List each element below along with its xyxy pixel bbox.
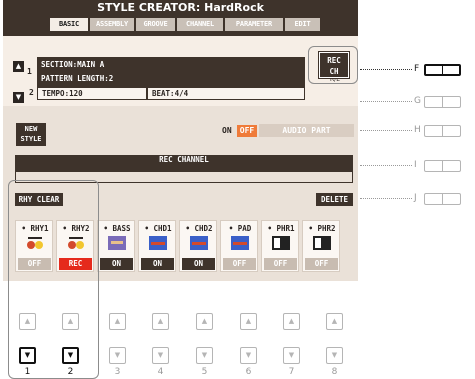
up-arrow-icon[interactable]: ▲	[13, 61, 24, 72]
button-number-6: 6	[245, 367, 252, 377]
channel-name: • PHR2	[308, 224, 336, 233]
down-button-5[interactable]: ▼	[196, 347, 213, 364]
channel-name: • CHD2	[185, 224, 213, 233]
section-value: SECTION:MAIN A	[37, 58, 305, 71]
leader-line	[360, 69, 412, 70]
down-arrow-icon[interactable]: ▼	[13, 92, 24, 103]
channel-name: • PAD	[228, 224, 252, 233]
side-button-i[interactable]	[424, 160, 461, 172]
up-button-3[interactable]: ▲	[109, 313, 126, 330]
side-button-row-g: G	[360, 95, 475, 109]
button-number-5: 5	[201, 367, 208, 377]
up-button-6[interactable]: ▲	[240, 313, 257, 330]
tab-edit[interactable]: EDIT	[285, 18, 320, 31]
leader-line	[360, 198, 412, 199]
side-button-j[interactable]	[424, 193, 461, 205]
side-button-row-i: I	[360, 159, 475, 173]
button-number-3: 3	[114, 367, 121, 377]
channel-chd2[interactable]: • CHD2 ON	[179, 220, 217, 272]
tab-basic[interactable]: BASIC	[50, 18, 88, 31]
tab-groove[interactable]: GROOVE	[136, 18, 175, 31]
piano-icon	[272, 236, 290, 250]
new-style-button[interactable]: NEW STYLE	[16, 123, 46, 146]
side-button-g[interactable]	[424, 96, 461, 108]
guitar-icon	[149, 236, 167, 250]
down-button-1[interactable]: ▼	[19, 347, 36, 364]
side-button-f[interactable]	[424, 64, 461, 76]
channel-status: ON	[141, 258, 174, 270]
side-button-row-f: F	[360, 63, 475, 77]
channel-phr2[interactable]: • PHR2 OFF	[302, 220, 340, 272]
off-label[interactable]: OFF	[237, 125, 257, 137]
leader-line	[360, 101, 412, 102]
up-button-5[interactable]: ▲	[196, 313, 213, 330]
row-number-2: 2	[29, 88, 34, 97]
pattern-info-area: R/E ▲ ▼ 1 2 SECTION:MAIN A PATTERN LENGT…	[3, 36, 358, 106]
on-label[interactable]: ON	[222, 126, 232, 135]
channel-status: OFF	[223, 258, 256, 270]
channel-pad[interactable]: • PAD OFF	[220, 220, 258, 272]
down-button-4[interactable]: ▼	[152, 347, 169, 364]
new-style-label-1: NEW	[24, 125, 38, 133]
side-button-h[interactable]	[424, 125, 461, 137]
button-number-2: 2	[67, 367, 74, 377]
side-letter-g: G	[414, 96, 421, 106]
guitar-icon	[190, 236, 208, 250]
channel-name: • CHD1	[144, 224, 172, 233]
channel-name: • PHR1	[267, 224, 295, 233]
row-number-1: 1	[27, 67, 32, 76]
channel-phr1[interactable]: • PHR1 OFF	[261, 220, 299, 272]
channel-name: • BASS	[103, 224, 131, 233]
down-button-6[interactable]: ▼	[240, 347, 257, 364]
pattern-length-value: PATTERN LENGTH:2	[37, 72, 305, 85]
up-button-2[interactable]: ▲	[62, 313, 79, 330]
side-letter-h: H	[414, 125, 421, 135]
channel-status: OFF	[305, 258, 338, 270]
channel-bass[interactable]: • BASS ON	[97, 220, 135, 272]
side-button-row-h: H	[360, 124, 475, 138]
down-button-8[interactable]: ▼	[326, 347, 343, 364]
rec-ch-callout	[308, 46, 358, 84]
up-button-1[interactable]: ▲	[19, 313, 36, 330]
button-number-8: 8	[331, 367, 338, 377]
tab-bar: BASIC ASSEMBLY GROOVE CHANNEL PARAMETER …	[3, 15, 358, 36]
channel-status: OFF	[264, 258, 297, 270]
channel-status: ON	[182, 258, 215, 270]
audio-part-button[interactable]: AUDIO PART	[259, 124, 354, 137]
channel-status: ON	[100, 258, 133, 270]
button-number-1: 1	[24, 367, 31, 377]
guitar-icon	[231, 236, 249, 250]
button-number-4: 4	[157, 367, 164, 377]
button-number-7: 7	[288, 367, 295, 377]
tab-assembly[interactable]: ASSEMBLY	[90, 18, 134, 31]
side-letter-i: I	[414, 160, 417, 170]
down-button-2[interactable]: ▼	[62, 347, 79, 364]
new-style-label-2: STYLE	[20, 135, 42, 143]
side-letter-j: J	[414, 193, 417, 203]
up-button-7[interactable]: ▲	[283, 313, 300, 330]
window-title: STYLE CREATOR: HardRock	[3, 0, 358, 15]
beat-value[interactable]: BEAT:4/4	[147, 87, 305, 100]
rec-channel-header: REC CHANNEL	[15, 155, 353, 172]
tab-parameter[interactable]: PARAMETER	[225, 18, 283, 31]
leader-line	[360, 130, 412, 131]
bass-icon	[108, 236, 126, 250]
leader-line	[360, 165, 412, 166]
piano-icon	[313, 236, 331, 250]
tab-channel[interactable]: CHANNEL	[177, 18, 223, 31]
side-button-row-j: J	[360, 192, 475, 206]
channel-chd1[interactable]: • CHD1 ON	[138, 220, 176, 272]
up-button-4[interactable]: ▲	[152, 313, 169, 330]
up-button-8[interactable]: ▲	[326, 313, 343, 330]
down-button-7[interactable]: ▼	[283, 347, 300, 364]
side-letter-f: F	[414, 64, 420, 74]
down-button-3[interactable]: ▼	[109, 347, 126, 364]
delete-button[interactable]: DELETE	[316, 193, 353, 206]
tempo-value[interactable]: TEMPO:120	[37, 87, 147, 100]
selected-rows[interactable]: SECTION:MAIN A PATTERN LENGTH:2	[37, 57, 305, 87]
